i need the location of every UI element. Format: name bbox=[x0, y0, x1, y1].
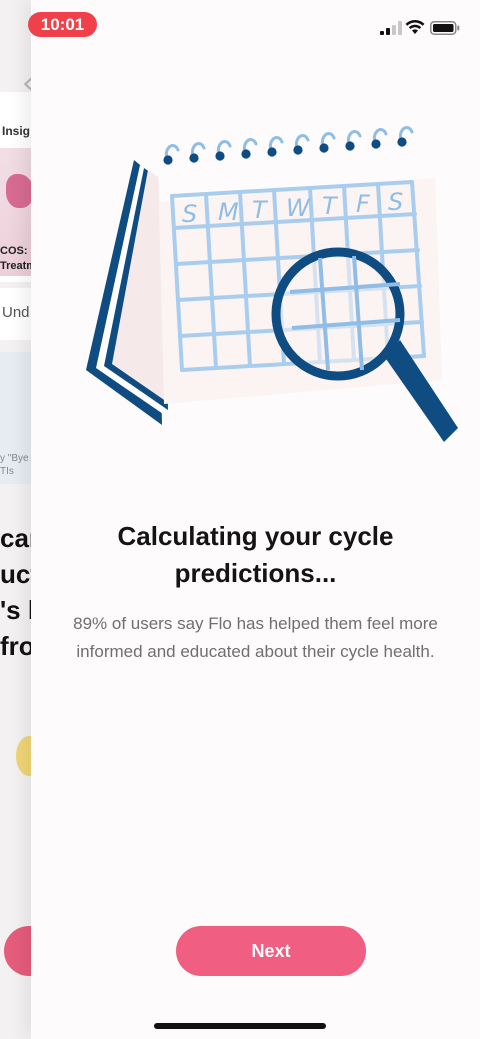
weekday-label: M bbox=[218, 198, 239, 226]
wifi-icon bbox=[405, 19, 425, 34]
anatomy-illustration-icon bbox=[6, 174, 34, 208]
weekday-label: S bbox=[388, 188, 403, 216]
weekday-label: S bbox=[182, 200, 197, 228]
page-title: Calculating your cycle predictions... bbox=[117, 521, 394, 588]
story-card-caption-line: y "Bye bbox=[0, 453, 29, 464]
page-subtitle: 89% of users say Flo has helped them fee… bbox=[73, 614, 438, 661]
search-text: Und bbox=[2, 304, 30, 321]
next-button[interactable]: Next bbox=[176, 926, 366, 976]
weekday-label: T bbox=[252, 196, 269, 224]
signal-icon bbox=[380, 21, 402, 35]
insights-label: Insig bbox=[2, 124, 31, 138]
story-card-caption: y "Bye TIs bbox=[0, 452, 29, 478]
status-time: 10:01 bbox=[28, 12, 97, 37]
calendar-magnifier-illustration: S M T W T F S bbox=[86, 126, 458, 442]
weekday-label: T bbox=[322, 192, 339, 220]
story-card-caption-line: TIs bbox=[0, 466, 14, 477]
weekday-label: F bbox=[356, 190, 371, 218]
weekday-label: W bbox=[286, 194, 311, 222]
battery-icon bbox=[430, 21, 460, 35]
home-indicator[interactable] bbox=[154, 1023, 326, 1029]
status-bar: 10:01 bbox=[0, 0, 480, 46]
